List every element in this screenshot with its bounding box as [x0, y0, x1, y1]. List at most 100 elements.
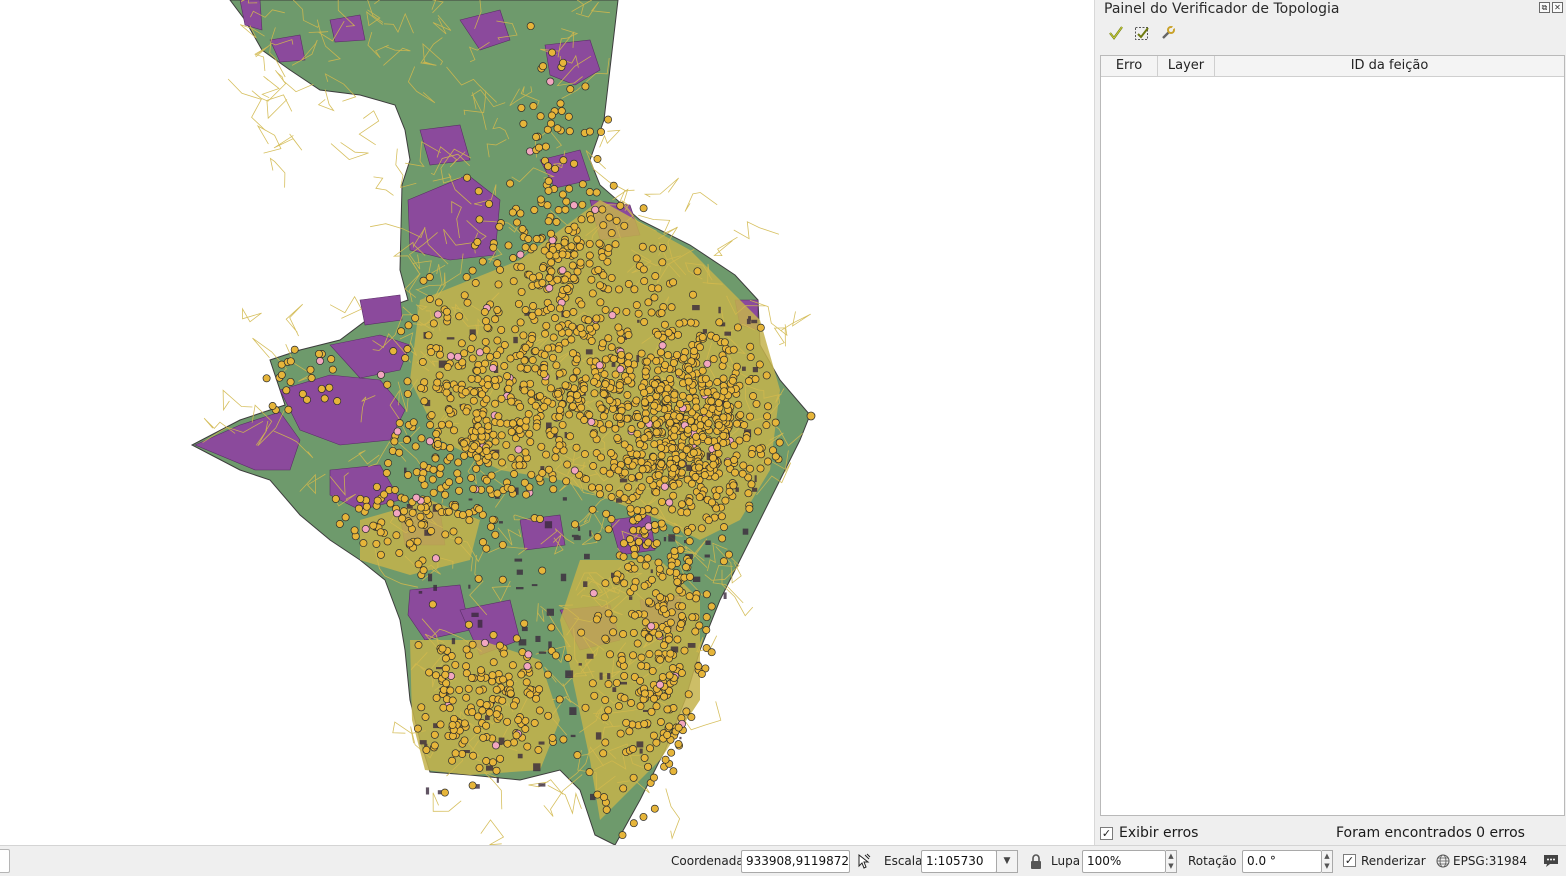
map-point	[593, 790, 602, 799]
rotation-spinner[interactable]: ▲ ▼	[1322, 850, 1333, 873]
map-point	[588, 289, 597, 298]
map-point	[426, 421, 435, 429]
crs-globe-icon[interactable]	[1436, 854, 1450, 868]
map-point	[685, 498, 694, 507]
map-point	[546, 384, 555, 393]
map-point	[457, 339, 466, 348]
table-body[interactable]	[1101, 77, 1564, 815]
map-point	[612, 216, 621, 225]
close-panel-button[interactable]: ✕	[1552, 2, 1563, 13]
map-point	[391, 486, 400, 494]
map-point	[482, 757, 491, 765]
map-point	[599, 425, 607, 434]
map-point	[746, 353, 755, 362]
map-point	[745, 504, 754, 513]
map-point	[729, 481, 738, 490]
map-point	[679, 354, 688, 363]
crs-button[interactable]: EPSG:31984	[1453, 854, 1527, 868]
map-point	[436, 463, 445, 472]
map-point	[423, 495, 432, 504]
coordinate-field[interactable]: 933908,9119872	[741, 850, 850, 873]
messages-icon[interactable]	[1542, 853, 1560, 869]
scale-field[interactable]: 1:105730	[921, 850, 997, 873]
map-point	[520, 386, 529, 395]
map-point	[499, 675, 507, 684]
map-point	[763, 412, 772, 421]
map-point	[720, 338, 729, 347]
map-svg[interactable]	[0, 0, 1094, 845]
lock-scale-icon[interactable]	[1029, 854, 1043, 870]
map-point	[645, 475, 654, 484]
mouse-cursor-toggle-icon[interactable]	[855, 853, 871, 869]
map-point	[356, 494, 365, 503]
map-point	[468, 266, 477, 275]
map-point	[674, 723, 683, 732]
building-block	[538, 651, 547, 654]
errors-table[interactable]: Erro Layer ID da feição	[1100, 55, 1565, 816]
building-block	[619, 478, 628, 483]
configure-rules-icon[interactable]	[1158, 23, 1178, 43]
magnifier-field[interactable]: 100%	[1082, 850, 1166, 873]
map-point	[284, 405, 293, 414]
map-point	[756, 323, 765, 332]
map-point	[551, 164, 560, 173]
map-point	[478, 257, 487, 266]
column-header-layer[interactable]: Layer	[1158, 56, 1215, 76]
show-errors-toggle[interactable]: ✓ Exibir erros	[1100, 825, 1198, 841]
show-errors-checkbox[interactable]: ✓	[1100, 826, 1113, 840]
scale-dropdown-icon[interactable]: ▼	[996, 850, 1018, 873]
map-point	[739, 461, 748, 470]
map-point	[503, 372, 512, 381]
map-point	[521, 243, 530, 252]
map-point	[667, 561, 676, 570]
map-point	[468, 354, 477, 363]
magnifier-spinner[interactable]: ▲ ▼	[1166, 850, 1177, 873]
render-checkbox[interactable]: ✓	[1343, 854, 1356, 867]
map-point	[390, 437, 399, 446]
map-point	[372, 539, 381, 548]
map-point	[623, 376, 632, 385]
validate-extent-icon[interactable]	[1132, 23, 1152, 43]
map-point	[467, 473, 476, 482]
map-point	[527, 335, 536, 343]
map-point	[541, 142, 550, 151]
locator-search-input[interactable]	[0, 849, 10, 873]
validate-all-icon[interactable]	[1106, 23, 1126, 43]
column-header-feature-id[interactable]: ID da feição	[1215, 56, 1564, 76]
map-point	[601, 579, 610, 588]
map-point	[707, 648, 716, 657]
map-point	[543, 201, 552, 210]
map-point	[555, 441, 564, 450]
map-point	[500, 362, 509, 370]
map-point	[564, 653, 572, 662]
map-point	[571, 520, 579, 529]
map-point	[570, 466, 579, 475]
column-header-erro[interactable]: Erro	[1101, 56, 1158, 76]
map-point	[497, 431, 506, 440]
map-point	[445, 406, 454, 415]
map-point	[668, 664, 677, 673]
building-block	[704, 554, 710, 558]
map-point	[632, 254, 641, 263]
float-panel-button[interactable]: ⧉	[1539, 2, 1550, 13]
map-canvas[interactable]	[0, 0, 1094, 845]
map-point	[664, 351, 672, 360]
map-point	[607, 515, 616, 524]
map-point	[484, 422, 493, 431]
map-point	[608, 311, 617, 320]
map-point	[746, 342, 755, 351]
map-point	[678, 451, 687, 460]
rotation-field[interactable]: 0.0 °	[1242, 850, 1322, 873]
map-point	[686, 572, 694, 581]
map-point	[720, 523, 728, 532]
map-point	[573, 235, 582, 244]
map-point	[632, 396, 641, 405]
map-point	[686, 416, 695, 425]
map-point	[570, 159, 578, 168]
map-point	[742, 434, 751, 443]
map-point	[438, 644, 447, 653]
map-point	[572, 443, 581, 452]
map-point	[719, 557, 728, 566]
building-block	[468, 498, 473, 501]
map-point	[587, 215, 595, 224]
